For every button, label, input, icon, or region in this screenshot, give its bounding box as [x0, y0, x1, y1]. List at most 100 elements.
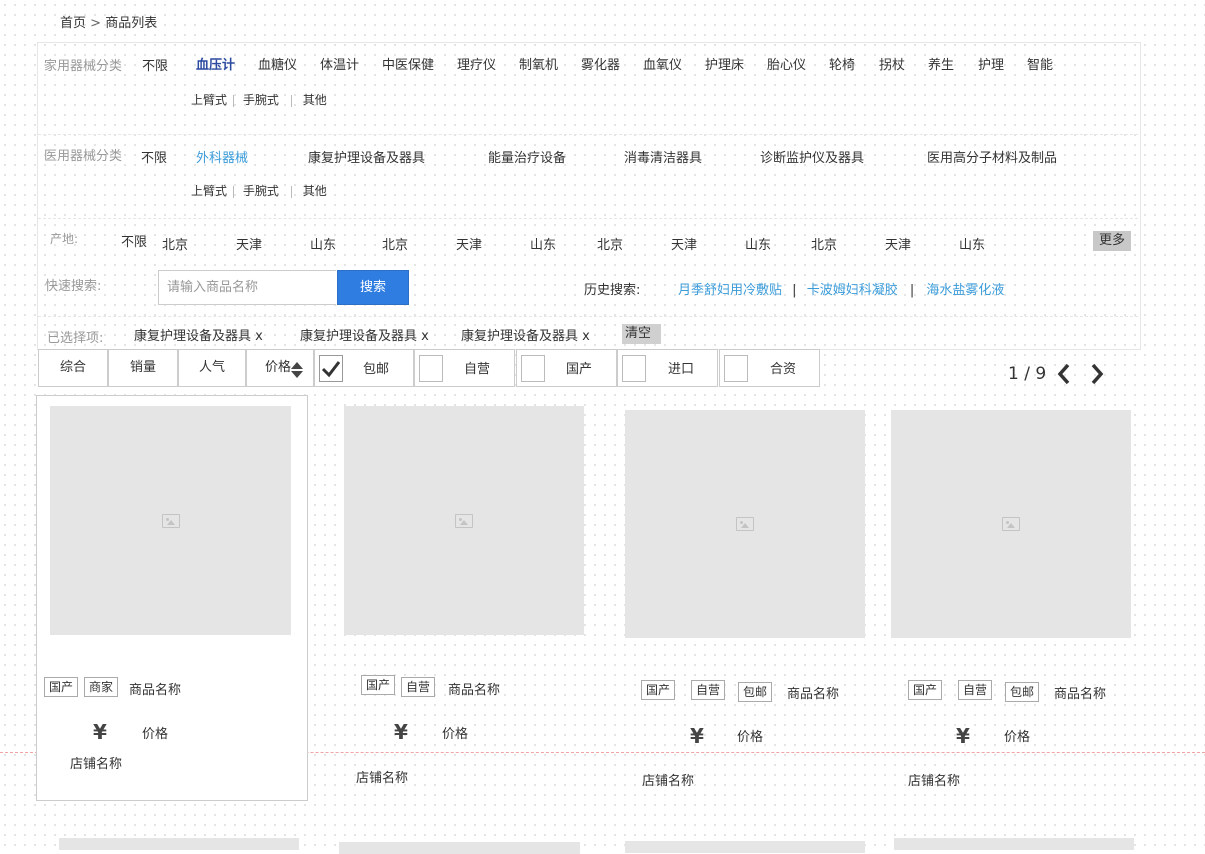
household-category-item[interactable]: 智能 — [1027, 54, 1053, 73]
product-tag: 国产 — [641, 680, 676, 700]
subcategory-item[interactable]: 其他 — [303, 184, 327, 198]
product-tag: 国产 — [361, 675, 396, 695]
product-image[interactable] — [339, 842, 580, 854]
household-category-item[interactable]: 护理 — [978, 54, 1004, 73]
filter-imported[interactable]: 进口 — [617, 349, 718, 387]
medical-category-item[interactable]: 外科器械 — [196, 147, 248, 166]
origin-item[interactable]: 北京 — [597, 234, 623, 253]
checkbox[interactable] — [419, 355, 443, 382]
origin-item[interactable]: 天津 — [456, 234, 482, 253]
chevron-right-icon[interactable] — [1089, 363, 1105, 385]
household-category-label: 家用器械分类 — [44, 59, 123, 74]
origin-item[interactable]: 天津 — [236, 234, 262, 253]
sort-popularity-button[interactable]: 人气 — [178, 349, 246, 387]
product-image[interactable] — [625, 410, 865, 638]
medical-unlimited[interactable]: 不限 — [141, 147, 167, 166]
sort-price-button[interactable]: 价格 — [246, 349, 314, 387]
subcategory-item[interactable]: 上臂式 — [191, 184, 227, 198]
origin-item[interactable]: 山东 — [959, 234, 985, 253]
household-category-item[interactable]: 胎心仪 — [767, 54, 806, 73]
filter-domestic[interactable]: 国产 — [516, 349, 617, 387]
household-category-item[interactable]: 体温计 — [320, 54, 359, 73]
origin-item[interactable]: 北京 — [382, 234, 408, 253]
panel-divider — [38, 316, 1138, 317]
product-name[interactable]: 商品名称 — [1054, 683, 1106, 702]
history-search-item[interactable]: 月季舒妇用冷敷贴 — [678, 283, 782, 298]
household-category-item[interactable]: 雾化器 — [581, 54, 620, 73]
product-name[interactable]: 商品名称 — [448, 679, 500, 698]
sort-arrows-icon — [291, 362, 303, 378]
filter-free-shipping[interactable]: 包邮 — [314, 349, 414, 387]
medical-category-item[interactable]: 诊断监护仪及器具 — [760, 147, 864, 166]
subcategory-divider — [232, 94, 234, 107]
currency-symbol: ¥ — [690, 724, 704, 748]
product-name[interactable]: 商品名称 — [129, 679, 181, 698]
household-category-item[interactable]: 护理床 — [705, 54, 744, 73]
product-image[interactable] — [59, 838, 299, 850]
selected-item-chip[interactable]: 康复护理设备及器具 x — [461, 325, 590, 344]
image-placeholder-icon — [1002, 517, 1020, 531]
household-category-item[interactable]: 血氧仪 — [643, 54, 682, 73]
selected-item-chip[interactable]: 康复护理设备及器具 x — [300, 325, 429, 344]
subcategory-item[interactable]: 手腕式 — [243, 93, 279, 107]
history-separator: | — [909, 283, 915, 298]
medical-category-item[interactable]: 消毒清洁器具 — [624, 147, 702, 166]
origin-item[interactable]: 山东 — [310, 234, 336, 253]
checkbox[interactable] — [622, 355, 646, 382]
filter-joint-venture[interactable]: 合资 — [719, 349, 820, 387]
product-name[interactable]: 商品名称 — [787, 683, 839, 702]
origin-item[interactable]: 天津 — [885, 234, 911, 253]
origin-item[interactable]: 山东 — [530, 234, 556, 253]
shop-name[interactable]: 店铺名称 — [908, 770, 960, 789]
household-category-item[interactable]: 拐杖 — [879, 54, 905, 73]
filter-label: 合资 — [770, 362, 797, 377]
search-button[interactable]: 搜索 — [337, 270, 409, 305]
shop-name[interactable]: 店铺名称 — [642, 770, 694, 789]
checkbox[interactable] — [319, 355, 343, 382]
subcategory-item[interactable]: 上臂式 — [191, 93, 227, 107]
subcategory-item[interactable]: 其他 — [303, 93, 327, 107]
clear-selection-button[interactable]: 清空 — [622, 324, 661, 344]
household-category-item[interactable]: 血压计 — [196, 54, 235, 73]
search-input[interactable] — [158, 270, 336, 305]
subcategory-item[interactable]: 手腕式 — [243, 184, 279, 198]
origin-item[interactable]: 北京 — [162, 234, 188, 253]
product-image[interactable] — [891, 410, 1131, 638]
history-search-item[interactable]: 海水盐雾化液 — [926, 283, 1004, 298]
origin-item[interactable]: 天津 — [671, 234, 697, 253]
sort-comprehensive-button[interactable]: 综合 — [38, 349, 108, 387]
product-image[interactable] — [50, 406, 291, 635]
product-image[interactable] — [894, 838, 1134, 850]
filter-self-operated[interactable]: 自营 — [414, 349, 515, 387]
medical-category-item[interactable]: 医用高分子材料及制品 — [927, 147, 1057, 166]
checkbox[interactable] — [521, 355, 545, 382]
selected-item-chip[interactable]: 康复护理设备及器具 x — [134, 325, 263, 344]
medical-category-item[interactable]: 能量治疗设备 — [488, 147, 566, 166]
shop-name[interactable]: 店铺名称 — [356, 767, 408, 786]
household-category-item[interactable]: 制氧机 — [519, 54, 558, 73]
household-category-item[interactable]: 养生 — [928, 54, 954, 73]
sort-sales-button[interactable]: 销量 — [108, 349, 178, 387]
origin-item[interactable]: 北京 — [811, 234, 837, 253]
history-search-item[interactable]: 卡波姆妇科凝胶 — [807, 283, 898, 298]
origin-unlimited[interactable]: 不限 — [121, 231, 147, 250]
product-price: 价格 — [442, 727, 469, 742]
origin-more-button[interactable]: 更多 — [1093, 231, 1131, 251]
product-tag: 包邮 — [738, 682, 773, 702]
household-category-item[interactable]: 轮椅 — [829, 54, 855, 73]
household-unlimited[interactable]: 不限 — [142, 55, 168, 74]
medical-category-item[interactable]: 康复护理设备及器具 — [308, 147, 425, 166]
shop-name[interactable]: 店铺名称 — [70, 753, 122, 772]
chevron-left-icon[interactable] — [1056, 363, 1072, 385]
medical-category-label: 医用器械分类 — [44, 149, 123, 164]
breadcrumb-home[interactable]: 首页 — [60, 16, 86, 31]
origin-item[interactable]: 山东 — [745, 234, 771, 253]
household-subcategories: 上臂式 手腕式 其他 — [191, 91, 327, 108]
household-category-item[interactable]: 理疗仪 — [457, 54, 496, 73]
product-image[interactable] — [625, 841, 865, 853]
household-category-item[interactable]: 血糖仪 — [258, 54, 297, 73]
product-image[interactable] — [344, 406, 584, 635]
checkbox[interactable] — [724, 355, 748, 382]
household-category-item[interactable]: 中医保健 — [382, 54, 434, 73]
filter-label: 自营 — [464, 362, 491, 377]
